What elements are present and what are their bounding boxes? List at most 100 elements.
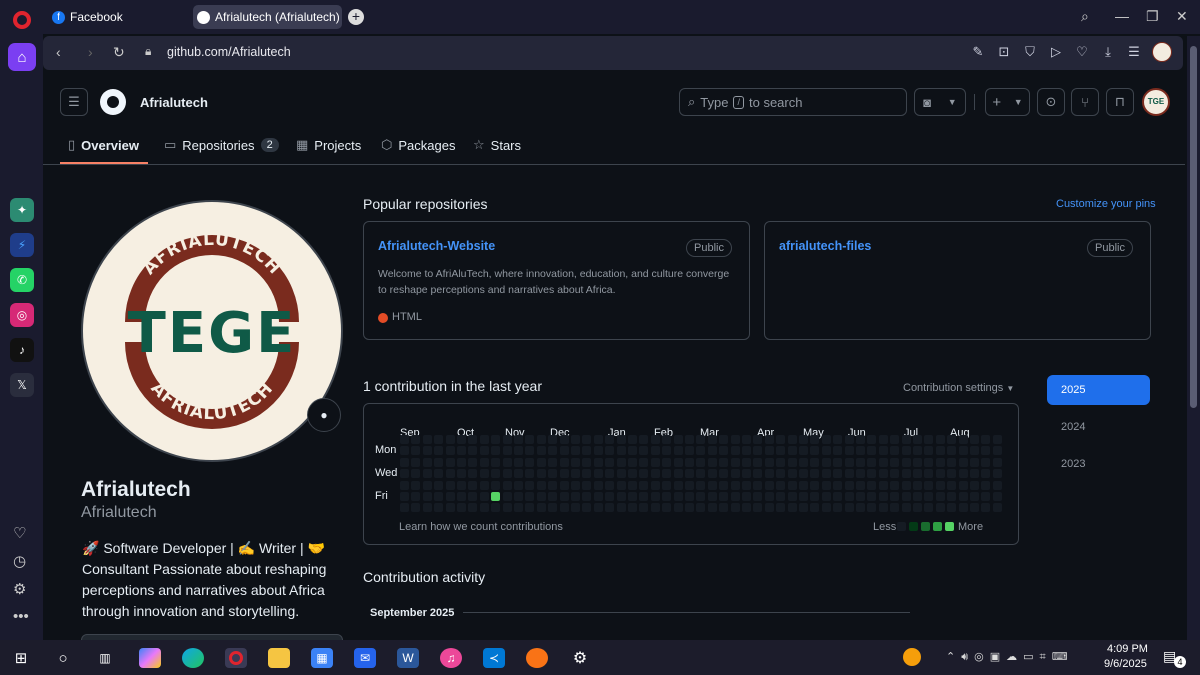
contribution-cell[interactable] [856,469,865,479]
contribution-cell[interactable] [799,435,808,444]
tab-projects[interactable]: ▦ Projects [296,137,361,153]
clock-time[interactable]: 4:09 PM [1107,643,1148,655]
contribution-cell[interactable] [525,469,535,479]
contribution-cell[interactable] [673,480,683,490]
contribution-cell[interactable] [890,480,900,490]
contribution-cell[interactable] [935,492,945,501]
contribution-cell[interactable] [844,503,854,513]
word-icon[interactable]: W [397,648,419,668]
contribution-cell[interactable] [730,503,740,513]
contribution-cell[interactable] [867,492,877,501]
contribution-cell[interactable] [422,492,432,501]
contribution-cell[interactable] [685,435,694,444]
contribution-cell[interactable] [787,435,797,444]
contribution-cell[interactable] [913,480,922,490]
contribution-cell[interactable] [696,446,706,456]
contribution-cell[interactable] [468,457,478,467]
contribution-cell[interactable] [411,480,421,490]
contribution-cell[interactable] [593,480,603,490]
contribution-cell[interactable] [981,503,991,513]
contribution-cell[interactable] [787,492,797,501]
contribution-cell[interactable] [742,446,751,456]
play-icon[interactable]: ▷ [1048,44,1064,60]
contribution-cell[interactable] [844,435,854,444]
contribution-cell[interactable] [445,446,455,456]
contribution-cell[interactable] [856,435,865,444]
opera-logo-icon[interactable] [13,11,31,29]
heart-icon[interactable]: ♡ [13,524,26,542]
search-input[interactable]: ⌕ Type / to search [679,88,907,116]
contribution-cell[interactable] [559,503,569,513]
contribution-cell[interactable] [479,446,489,456]
url-field[interactable]: github.com/Afrialutech [167,45,291,59]
contribution-cell[interactable] [422,503,432,513]
contribution-cell[interactable] [536,492,546,501]
contribution-cell[interactable] [764,480,774,490]
chatgpt-icon[interactable]: ✦ [10,198,34,222]
contribution-cell[interactable] [856,492,865,501]
minimize-icon[interactable]: — [1115,8,1129,24]
tab-repositories[interactable]: ▭ Repositories 2 [164,137,279,153]
contribution-cell[interactable] [730,435,740,444]
contribution-cell[interactable] [856,457,865,467]
settings-icon[interactable]: ⚙ [13,580,26,598]
contribution-cell[interactable] [605,492,615,501]
contribution-cell[interactable] [981,446,991,456]
contribution-cell[interactable] [958,435,968,444]
contribution-cell[interactable] [502,469,512,479]
customize-pins-link[interactable]: Customize your pins [1056,198,1156,210]
contribution-cell[interactable] [924,446,934,456]
vscode-icon[interactable]: ≺ [483,648,505,668]
contribution-cell[interactable] [548,457,558,467]
year-button[interactable]: 2023 [1047,449,1150,479]
contribution-cell[interactable] [742,480,751,490]
contribution-cell[interactable] [696,492,706,501]
contribution-cell[interactable] [582,480,592,490]
header-username[interactable]: Afrialutech [140,95,208,110]
contribution-cell[interactable] [548,503,558,513]
contribution-cell[interactable] [616,446,626,456]
contribution-cell[interactable] [662,503,672,513]
contribution-cell[interactable] [924,492,934,501]
contribution-cell[interactable] [662,446,672,456]
learn-contrib-link[interactable]: Learn how we count contributions [399,521,563,533]
contribution-cell[interactable] [491,503,501,513]
contribution-cell[interactable] [742,457,751,467]
tiktok-icon[interactable]: ♪ [10,338,34,362]
contribution-cell[interactable] [878,480,888,490]
contribution-cell[interactable] [753,457,763,467]
contribution-cell[interactable] [810,457,820,467]
contribution-cell[interactable] [924,480,934,490]
contribution-cell[interactable] [479,435,489,444]
contribution-cell[interactable] [890,469,900,479]
contribution-cell[interactable] [605,503,615,513]
contribution-cell[interactable] [650,480,660,490]
start-icon[interactable]: ⊞ [10,648,32,668]
contribution-cell[interactable] [605,435,615,444]
contribution-cell[interactable] [878,492,888,501]
history-icon[interactable]: ◷ [13,552,26,570]
contribution-cell[interactable] [400,469,409,479]
contribution-cell[interactable] [958,457,968,467]
contribution-cell[interactable] [992,492,1002,501]
contribution-cell[interactable] [992,435,1002,444]
contribution-cell[interactable] [707,446,717,456]
restore-icon[interactable]: ❐ [1146,8,1159,25]
contribution-cell[interactable] [468,446,478,456]
contribution-cell[interactable] [890,503,900,513]
task-view-icon[interactable]: ▥ [94,648,116,668]
contribution-cell[interactable] [491,480,501,490]
contribution-cell[interactable] [685,446,694,456]
contribution-cell[interactable] [502,480,512,490]
tab-overview[interactable]: ▯ Overview [68,137,139,153]
contribution-cell[interactable] [639,435,649,444]
download-icon[interactable]: ⤓ [1100,44,1116,60]
contribution-cell[interactable] [707,480,717,490]
contribution-cell[interactable] [833,480,843,490]
contribution-cell[interactable] [514,480,523,490]
contribution-cell[interactable] [935,469,945,479]
contribution-cell[interactable] [650,446,660,456]
contribution-cell[interactable] [434,469,444,479]
contribution-cell[interactable] [616,469,626,479]
new-tab-button[interactable]: + [348,9,364,25]
